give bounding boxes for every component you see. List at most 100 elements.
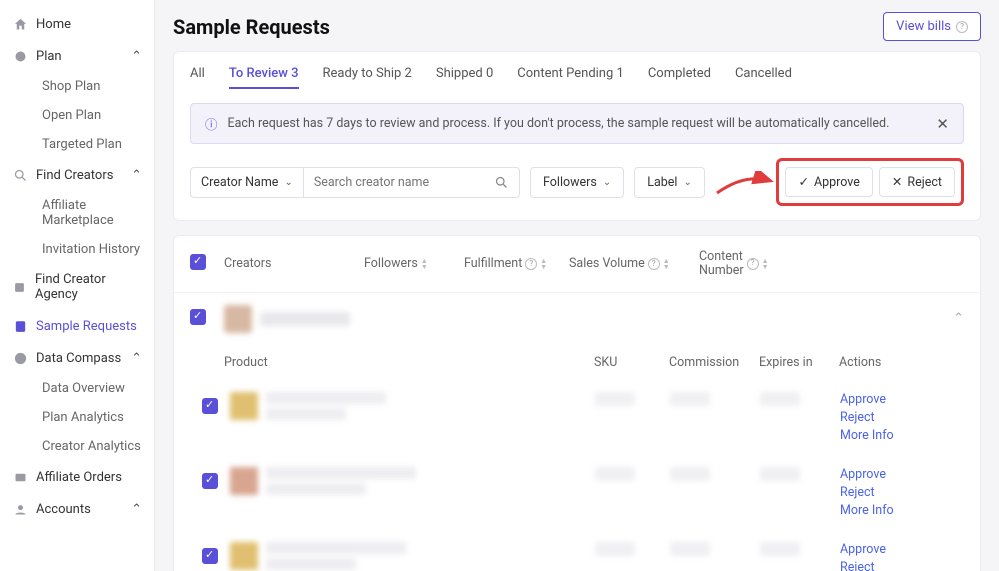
compass-icon <box>12 350 28 366</box>
sidebar-item-home[interactable]: Home <box>0 8 154 40</box>
tab-all[interactable]: All <box>190 66 205 89</box>
help-icon: ? <box>525 258 537 270</box>
sidebar-dc-sub: Data Overview Plan Analytics Creator Ana… <box>0 374 154 461</box>
tab-completed[interactable]: Completed <box>648 66 711 89</box>
search-type-select[interactable]: Creator Name ⌄ <box>191 168 304 197</box>
chevron-up-icon: ⌃ <box>131 49 142 64</box>
agency-icon <box>12 279 27 295</box>
sidebar-plan-sub: Shop Plan Open Plan Targeted Plan <box>0 72 154 159</box>
product-thumb <box>230 542 258 570</box>
arrow-annotation-icon <box>715 171 775 201</box>
tab-shipped[interactable]: Shipped 0 <box>436 66 493 89</box>
reject-button[interactable]: ✕ Reject <box>879 167 955 197</box>
row-checkbox[interactable] <box>202 398 218 414</box>
product-cell <box>230 467 595 495</box>
sidebar-label: Data Compass <box>36 351 121 366</box>
sort-icon: ▲▼ <box>540 258 547 270</box>
subtable-head: Product SKU Commission Expires in Action… <box>174 345 980 380</box>
followers-filter[interactable]: Followers ⌄ <box>530 167 624 198</box>
help-icon: ? <box>956 21 968 33</box>
chevron-up-icon: ⌃ <box>131 502 142 517</box>
reject-link[interactable]: Reject <box>840 485 930 500</box>
product-row: Approve Reject More Info <box>174 530 980 571</box>
sort-icon: ▲▼ <box>663 258 670 270</box>
close-icon[interactable]: ✕ <box>936 115 949 133</box>
sidebar-label: Sample Requests <box>36 319 137 334</box>
sidebar-item-plan-analytics[interactable]: Plan Analytics <box>30 403 154 432</box>
th-content-number[interactable]: Content Number?▲▼ <box>699 250 789 278</box>
sidebar-label: Find Creators <box>36 168 113 183</box>
chevron-up-icon: ⌃ <box>131 168 142 183</box>
plan-icon <box>12 48 28 64</box>
select-all-checkbox[interactable] <box>190 254 206 270</box>
sidebar-label: Find Creator Agency <box>35 272 142 302</box>
sidebar-label: Affiliate Orders <box>36 470 122 485</box>
header-row: Sample Requests View bills ? <box>173 12 981 41</box>
product-thumb <box>230 467 258 495</box>
row-checkbox[interactable] <box>202 548 218 564</box>
approve-link[interactable]: Approve <box>840 392 930 407</box>
sidebar-item-accounts[interactable]: Accounts ⌃ <box>0 493 154 525</box>
info-icon: ⓘ <box>205 114 218 133</box>
tabs: All To Review 3 Ready to Ship 2 Shipped … <box>190 66 964 89</box>
chevron-up-icon[interactable]: ⌃ <box>953 311 964 326</box>
row-actions: Approve Reject More Info <box>840 542 930 571</box>
help-icon: ? <box>648 258 660 270</box>
home-icon <box>12 16 28 32</box>
search-input[interactable] <box>304 168 484 197</box>
approve-link[interactable]: Approve <box>840 467 930 482</box>
sidebar-item-creator-analytics[interactable]: Creator Analytics <box>30 432 154 461</box>
approve-button[interactable]: ✓ Approve <box>785 167 872 197</box>
table-head: Creators Followers▲▼ Fulfillment?▲▼ Sale… <box>174 236 980 293</box>
sidebar-item-marketplace[interactable]: Affiliate Marketplace <box>30 191 154 235</box>
sort-icon: ▲▼ <box>421 258 428 270</box>
search-group: Creator Name ⌄ <box>190 167 520 198</box>
chevron-down-icon: ⌄ <box>683 177 691 188</box>
sidebar-item-open-plan[interactable]: Open Plan <box>30 101 154 130</box>
sidebar: Home Plan ⌃ Shop Plan Open Plan Targeted… <box>0 0 155 571</box>
avatar <box>224 305 252 333</box>
product-cell <box>230 392 595 420</box>
th-followers[interactable]: Followers▲▼ <box>364 256 464 271</box>
view-bills-button[interactable]: View bills ? <box>883 12 981 41</box>
th-fulfillment[interactable]: Fulfillment?▲▼ <box>464 256 569 271</box>
approve-link[interactable]: Approve <box>840 542 930 557</box>
search-icon[interactable] <box>484 168 519 197</box>
tab-content-pending[interactable]: Content Pending 1 <box>517 66 624 89</box>
search-icon <box>12 167 28 183</box>
sidebar-item-plan[interactable]: Plan ⌃ <box>0 40 154 72</box>
tab-ready-to-ship[interactable]: Ready to Ship 2 <box>323 66 412 89</box>
sidebar-item-targeted-plan[interactable]: Targeted Plan <box>30 130 154 159</box>
sidebar-item-affiliate-orders[interactable]: Affiliate Orders <box>0 461 154 493</box>
notice-banner: ⓘ Each request has 7 days to review and … <box>190 103 964 144</box>
page-title: Sample Requests <box>173 15 330 39</box>
sidebar-fc-sub: Affiliate Marketplace Invitation History <box>0 191 154 264</box>
filters-row: Creator Name ⌄ Followers ⌄ Label ⌄ <box>190 158 964 206</box>
sh-actions: Actions <box>839 355 919 370</box>
sidebar-item-shop-plan[interactable]: Shop Plan <box>30 72 154 101</box>
more-info-link[interactable]: More Info <box>840 428 930 443</box>
orders-icon <box>12 469 28 485</box>
row-checkbox[interactable] <box>190 309 206 325</box>
reject-link[interactable]: Reject <box>840 410 930 425</box>
sh-product: Product <box>224 355 594 370</box>
tabs-card: All To Review 3 Ready to Ship 2 Shipped … <box>173 51 981 221</box>
sidebar-item-sample-requests[interactable]: Sample Requests <box>0 310 154 342</box>
sidebar-item-data-overview[interactable]: Data Overview <box>30 374 154 403</box>
reject-link[interactable]: Reject <box>840 560 930 571</box>
row-checkbox[interactable] <box>202 473 218 489</box>
sidebar-item-find-agency[interactable]: Find Creator Agency <box>0 264 154 310</box>
tab-to-review[interactable]: To Review 3 <box>229 66 299 89</box>
check-icon: ✓ <box>798 174 808 190</box>
label-filter[interactable]: Label ⌄ <box>634 167 705 198</box>
th-creators[interactable]: Creators <box>224 256 364 271</box>
sidebar-item-invitation[interactable]: Invitation History <box>30 235 154 264</box>
close-icon: ✕ <box>892 174 902 190</box>
accounts-icon <box>12 501 28 517</box>
sidebar-label: Home <box>36 17 71 32</box>
th-sales-volume[interactable]: Sales Volume?▲▼ <box>569 256 699 271</box>
tab-cancelled[interactable]: Cancelled <box>735 66 792 89</box>
more-info-link[interactable]: More Info <box>840 503 930 518</box>
sidebar-item-data-compass[interactable]: Data Compass ⌃ <box>0 342 154 374</box>
sidebar-item-find-creators[interactable]: Find Creators ⌃ <box>0 159 154 191</box>
